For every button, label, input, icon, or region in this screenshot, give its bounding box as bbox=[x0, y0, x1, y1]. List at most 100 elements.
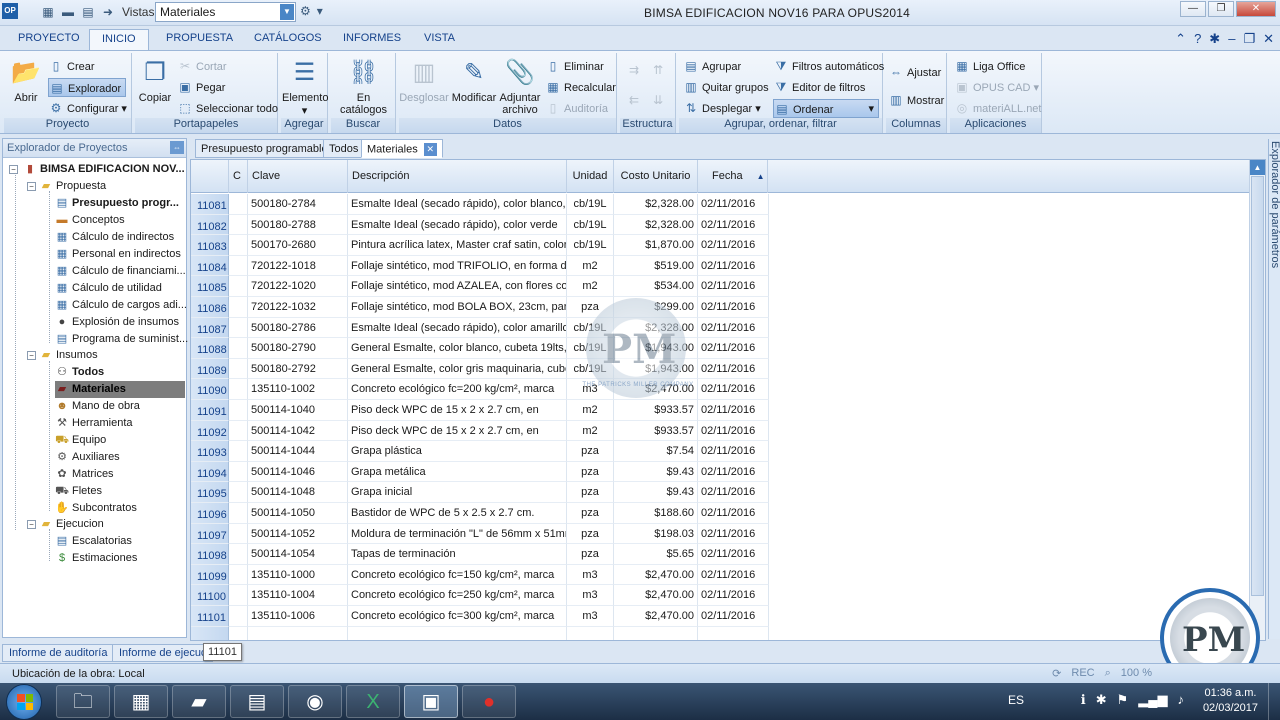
desglosar-button[interactable]: ▥ Desglosar bbox=[399, 57, 449, 104]
costo-cell[interactable]: $519.00 bbox=[614, 255, 698, 277]
descripcion-cell[interactable]: Concreto ecológico fc=250 kg/cm², marca bbox=[348, 585, 567, 606]
table-row[interactable]: 11081 500180-2784 Esmalte Ideal (secado rá… bbox=[191, 194, 769, 215]
record-icon[interactable]: ⟳ bbox=[1052, 667, 1061, 680]
descripcion-cell[interactable]: Concreto ecológico fc=300 kg/cm², marca bbox=[348, 606, 567, 627]
costo-cell[interactable]: $2,470.00 bbox=[614, 606, 698, 627]
fecha-cell[interactable]: 02/11/2016 bbox=[698, 482, 769, 503]
tree-item-escalatorias[interactable]: ▤ Escalatorias bbox=[55, 533, 132, 550]
fecha-cell[interactable]: 02/11/2016 bbox=[698, 338, 769, 359]
start-button[interactable] bbox=[6, 684, 42, 720]
fecha-cell[interactable]: 02/11/2016 bbox=[698, 400, 769, 421]
tools-icon[interactable]: ✱ bbox=[1209, 31, 1220, 47]
pin-icon[interactable]: ⇔ bbox=[170, 141, 184, 154]
filtros-automaticos-button[interactable]: ⧩ Filtros automáticos bbox=[773, 57, 885, 76]
quitar-grupos-button[interactable]: ▥ Quitar grupos bbox=[683, 78, 768, 97]
materiall-button[interactable]: ◎ materiALL.net bbox=[954, 99, 1042, 118]
tab-proyecto[interactable]: PROYECTO bbox=[18, 32, 80, 44]
parameter-explorer-tab[interactable]: Explorador de parámetros bbox=[1268, 139, 1280, 639]
flag-icon[interactable]: ⚑ bbox=[1117, 692, 1129, 708]
col-header-c[interactable]: C bbox=[229, 160, 248, 193]
row-index[interactable]: 11089 bbox=[191, 358, 229, 380]
unidad-cell[interactable]: cb/19L bbox=[567, 235, 614, 256]
tree-item-indirectos[interactable]: ▦ Cálculo de indirectos bbox=[55, 229, 174, 246]
doc-tab-todos[interactable]: Todos bbox=[323, 139, 365, 158]
row-index[interactable]: 11100 bbox=[191, 585, 229, 606]
fecha-cell[interactable]: 02/11/2016 bbox=[698, 585, 769, 606]
table-row[interactable]: 11098 500114-1054 Tapas de terminación pza $… bbox=[191, 544, 769, 565]
zoom-level[interactable]: 100 % bbox=[1121, 667, 1152, 680]
descripcion-cell[interactable]: Tapas de terminación bbox=[348, 544, 567, 565]
fecha-cell[interactable]: 02/11/2016 bbox=[698, 420, 769, 442]
table-row[interactable]: 11094 500114-1046 Grapa metálica pza $9.43 02… bbox=[191, 461, 769, 483]
unidad-cell[interactable]: m2 bbox=[567, 255, 614, 277]
collapse-icon[interactable]: − bbox=[27, 182, 36, 191]
c-flag[interactable] bbox=[229, 379, 248, 400]
row-index[interactable]: 11098 bbox=[191, 544, 229, 565]
fecha-cell[interactable]: 02/11/2016 bbox=[698, 255, 769, 277]
clave-cell[interactable]: 500170-2680 bbox=[248, 235, 348, 256]
clave-cell[interactable]: 500114-1050 bbox=[248, 503, 348, 524]
costo-cell[interactable]: $2,328.00 bbox=[614, 194, 698, 215]
fecha-cell[interactable]: 02/11/2016 bbox=[698, 503, 769, 524]
network-icon[interactable]: ▂▄▆ bbox=[1138, 692, 1167, 708]
ordenar-button[interactable]: ▤ Ordenar ▾ bbox=[773, 99, 879, 118]
c-flag[interactable] bbox=[229, 194, 248, 215]
row-index[interactable]: 11091 bbox=[191, 400, 229, 421]
table-row[interactable]: 11099 135110-1000 Concreto ecológico fc=15… bbox=[191, 564, 769, 586]
language-indicator[interactable]: ES bbox=[1008, 693, 1024, 707]
mostrar-button[interactable]: ▥ Mostrar bbox=[888, 91, 944, 110]
table-row[interactable]: 11085 720122-1020 Follaje sintético, mod A… bbox=[191, 276, 769, 297]
unidad-cell[interactable]: pza bbox=[567, 482, 614, 503]
tree-item-presupuesto[interactable]: ▤ Presupuesto progr... bbox=[55, 195, 179, 212]
clave-cell[interactable]: 720122-1018 bbox=[248, 255, 348, 277]
row-index[interactable]: 11081 bbox=[191, 194, 229, 215]
doc-minimize-icon[interactable]: – bbox=[1228, 31, 1235, 47]
clave-cell[interactable]: 500180-2786 bbox=[248, 317, 348, 339]
liga-office-button[interactable]: ▦ Liga Office bbox=[954, 57, 1025, 76]
collapse-icon[interactable]: − bbox=[27, 520, 36, 529]
cortar-button[interactable]: ✂ Cortar bbox=[177, 57, 227, 76]
descripcion-cell[interactable]: Grapa metálica bbox=[348, 461, 567, 483]
col-header-unidad[interactable]: Unidad bbox=[567, 160, 614, 193]
eliminar-button[interactable]: ▯ Eliminar bbox=[545, 57, 604, 76]
clave-cell[interactable]: 500114-1042 bbox=[248, 420, 348, 442]
taskbar-opus-icon[interactable]: ▣ bbox=[404, 685, 458, 718]
c-flag[interactable] bbox=[229, 606, 248, 627]
descripcion-cell[interactable]: Esmalte Ideal (secado rápido), color ama… bbox=[348, 317, 567, 339]
empty-cell[interactable] bbox=[614, 626, 698, 640]
fecha-cell[interactable]: 02/11/2016 bbox=[698, 544, 769, 565]
row-index[interactable]: 11084 bbox=[191, 255, 229, 277]
explorador-button[interactable]: ▤ Explorador bbox=[48, 78, 127, 97]
clock[interactable]: 01:36 a.m. 02/03/2017 bbox=[1203, 686, 1258, 716]
costo-cell[interactable]: $188.60 bbox=[614, 503, 698, 524]
clave-cell[interactable]: 500114-1046 bbox=[248, 461, 348, 483]
fecha-cell[interactable]: 02/11/2016 bbox=[698, 441, 769, 462]
empty-cell[interactable] bbox=[191, 626, 229, 640]
c-flag[interactable] bbox=[229, 276, 248, 297]
clave-cell[interactable]: 500180-2792 bbox=[248, 358, 348, 380]
costo-cell[interactable]: $9.43 bbox=[614, 461, 698, 483]
c-flag[interactable] bbox=[229, 338, 248, 359]
empty-cell[interactable] bbox=[248, 626, 348, 640]
doc-tab-presupuesto[interactable]: Presupuesto programable bbox=[195, 139, 334, 158]
vertical-scrollbar[interactable]: ▲ bbox=[1249, 160, 1265, 640]
clave-cell[interactable]: 500180-2790 bbox=[248, 338, 348, 359]
taskbar-chrome-icon[interactable]: ◉ bbox=[288, 685, 342, 718]
tree-item-mano-obra[interactable]: ☻ Mano de obra bbox=[55, 398, 140, 415]
fecha-cell[interactable]: 02/11/2016 bbox=[698, 235, 769, 256]
col-header-costo[interactable]: Costo Unitario bbox=[614, 160, 698, 193]
descripcion-cell[interactable]: Follaje sintético, mod AZALEA, con flore… bbox=[348, 276, 567, 297]
costo-cell[interactable]: $198.03 bbox=[614, 523, 698, 545]
table-row[interactable]: 11101 135110-1006 Concreto ecológico fc=30… bbox=[191, 606, 769, 627]
scrollbar-thumb[interactable] bbox=[1251, 176, 1264, 596]
c-flag[interactable] bbox=[229, 400, 248, 421]
c-flag[interactable] bbox=[229, 235, 248, 256]
row-index[interactable]: 11095 bbox=[191, 482, 229, 503]
row-index[interactable]: 11092 bbox=[191, 420, 229, 442]
clave-cell[interactable]: 500114-1048 bbox=[248, 482, 348, 503]
c-flag[interactable] bbox=[229, 461, 248, 483]
tray-app-icon[interactable]: ✱ bbox=[1096, 692, 1107, 708]
unidad-cell[interactable]: pza bbox=[567, 461, 614, 483]
desplegar-button[interactable]: ⇅ Desplegar ▾ bbox=[683, 99, 761, 118]
costo-cell[interactable]: $2,470.00 bbox=[614, 585, 698, 606]
